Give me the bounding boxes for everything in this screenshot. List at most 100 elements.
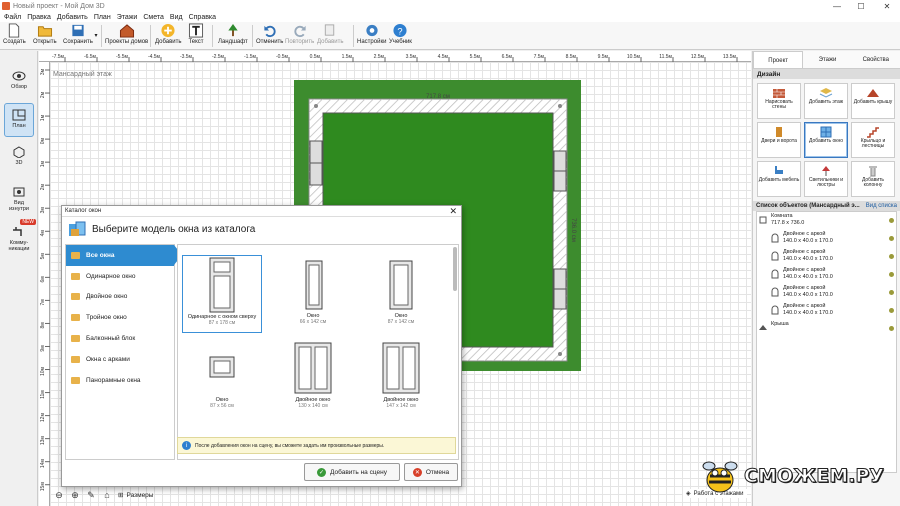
open-button[interactable]: Открыть [33, 23, 57, 49]
draw-walls-tile[interactable]: Нарисовать стены [757, 83, 801, 119]
pencil-icon[interactable]: ✎ [84, 488, 98, 502]
visibility-icon[interactable] [889, 272, 894, 277]
add-column-tile[interactable]: Добавить колонну [851, 161, 895, 197]
menu-view[interactable]: Вид [170, 14, 183, 21]
list-item-roof[interactable]: Крыша [757, 320, 896, 338]
save-button[interactable]: Сохранить [63, 23, 93, 49]
sizes-toggle[interactable]: ⊞ Размеры [118, 491, 153, 500]
zoom-out-icon[interactable]: ⊖ [52, 488, 66, 502]
visibility-icon[interactable] [889, 308, 894, 313]
folder-icon [71, 272, 80, 280]
home-icon[interactable]: ⌂ [100, 488, 114, 502]
list-view-link[interactable]: Вид списка [866, 203, 897, 209]
window-item[interactable]: Двойное окно 147 x 142 см [361, 339, 441, 417]
list-item-window[interactable]: Двойное с аркой 140.0 x 40.0 x 170.0 [757, 284, 896, 302]
visibility-icon[interactable] [889, 326, 894, 331]
window-marker[interactable] [553, 288, 567, 310]
category-triple[interactable]: Тройное окно [66, 307, 174, 328]
tab-floors[interactable]: Этажи [803, 51, 851, 68]
window-item[interactable]: Одинарное с окном сверху 87 x 178 см [182, 255, 262, 333]
category-list: Все окна Одинарное окно Двойное окно Тро… [65, 244, 182, 460]
layers-icon: ◈ [686, 491, 691, 497]
window-marker[interactable] [309, 140, 323, 164]
dialog-close-icon[interactable]: ✕ [449, 206, 457, 217]
add-furniture-tile[interactable]: Добавить мебель [757, 161, 801, 197]
window-item[interactable]: Окно 87 x 56 см [182, 339, 262, 417]
menu-floors[interactable]: Этажи [117, 14, 138, 21]
folder-icon [71, 335, 80, 343]
category-arched[interactable]: Окна с арками [66, 349, 174, 370]
window-marker[interactable] [553, 150, 567, 172]
stairs-tile[interactable]: Крыльцо и лестницы [851, 122, 895, 158]
roof-icon [867, 89, 879, 97]
visibility-icon[interactable] [889, 218, 894, 223]
add-to-scene-button[interactable]: ✓ Добавить на сцену [304, 463, 400, 481]
folder-icon [71, 376, 80, 384]
close-window-button[interactable]: ✕ [876, 0, 898, 12]
view-3d-button[interactable]: 3D [4, 141, 34, 175]
visibility-icon[interactable] [889, 254, 894, 259]
toolbar: Создать Открыть Сохранить ▾ Проекты домо… [0, 22, 900, 50]
cancel-button[interactable]: ✕ Отмена [404, 463, 458, 481]
add-window-tile[interactable]: Добавить окно [804, 122, 848, 158]
window-grid: Одинарное с окном сверху 87 x 178 см Окно… [177, 244, 459, 460]
window-item[interactable]: Двойное окно 130 x 140 см [273, 339, 353, 417]
zoom-in-icon[interactable]: ⊕ [68, 488, 82, 502]
inside-view-button[interactable]: Вид изнутри [4, 181, 34, 215]
window-item[interactable]: Окно 87 x 142 см [361, 255, 441, 333]
add-floor-tile[interactable]: Добавить этаж [804, 83, 848, 119]
window-marker[interactable] [553, 268, 567, 290]
arch-window-icon [771, 287, 779, 297]
doors-tile[interactable]: Двери и ворота [757, 122, 801, 158]
category-double[interactable]: Двойное окно [66, 287, 174, 308]
category-balcony[interactable]: Балконный блок [66, 328, 174, 349]
menu-help[interactable]: Справка [189, 14, 216, 21]
list-item-window[interactable]: Двойное с аркой 140.0 x 40.0 x 170.0 [757, 266, 896, 284]
tab-project[interactable]: Проект [753, 51, 804, 68]
category-panoramic[interactable]: Панорамные окна [66, 370, 174, 391]
list-item-window[interactable]: Двойное с аркой 140.0 x 40.0 x 170.0 [757, 230, 896, 248]
menu-file[interactable]: Файл [4, 14, 21, 21]
window-item[interactable]: Окно 66 x 142 см [273, 255, 353, 333]
roof-small-icon [759, 325, 767, 330]
window-marker[interactable] [553, 170, 567, 192]
list-item-window[interactable]: Двойное с аркой 140.0 x 40.0 x 170.0 [757, 302, 896, 320]
menu-estimate[interactable]: Смета [143, 14, 164, 21]
tab-properties[interactable]: Свойства [852, 51, 900, 68]
redo-button[interactable]: Повторить [285, 23, 314, 49]
communications-button[interactable]: Комму-никации NEW [4, 219, 36, 255]
landscape-button[interactable]: Ландшафт [218, 23, 248, 49]
dimensions-icon: ⊞ [118, 492, 124, 499]
catalog-scrollbar[interactable] [453, 247, 457, 291]
list-item-room[interactable]: Комната 717.8 x 736.0 [757, 212, 896, 230]
door-icon [776, 127, 782, 137]
menu-plan[interactable]: План [94, 14, 111, 21]
list-item-window[interactable]: Двойное с аркой 140.0 x 40.0 x 170.0 [757, 248, 896, 266]
category-single[interactable]: Одинарное окно [66, 266, 174, 287]
lamps-tile[interactable]: Светильники и люстры [804, 161, 848, 197]
tutorial-button[interactable]: ? Учебник [389, 23, 412, 49]
add-disabled-button[interactable]: Добавить [317, 23, 344, 49]
text-button[interactable]: Текст [188, 23, 204, 49]
house-projects-button[interactable]: Проекты домов [105, 23, 148, 49]
minimize-button[interactable]: — [826, 0, 848, 12]
arch-window-icon [771, 233, 779, 243]
menu-edit[interactable]: Правка [27, 14, 51, 21]
visibility-icon[interactable] [889, 290, 894, 295]
overview-button[interactable]: Обзор [4, 65, 34, 99]
save-dropdown-arrow[interactable]: ▾ [93, 23, 99, 49]
visibility-icon[interactable] [889, 236, 894, 241]
plan-button[interactable]: План [4, 103, 34, 137]
check-icon: ✓ [317, 467, 327, 477]
bee-mascot-icon [702, 461, 738, 493]
create-button[interactable]: Создать [3, 23, 26, 49]
undo-button[interactable]: Отменить [256, 23, 283, 49]
add-button[interactable]: Добавить [155, 23, 182, 49]
menu-add[interactable]: Добавить [57, 14, 88, 21]
settings-button[interactable]: Настройки [357, 23, 386, 49]
add-roof-tile[interactable]: Добавить крышу [851, 83, 895, 119]
maximize-button[interactable]: ☐ [850, 0, 872, 12]
window-marker[interactable] [309, 162, 323, 186]
category-all[interactable]: Все окна [66, 245, 182, 266]
menu-bar: Файл Правка Добавить План Этажи Смета Ви… [0, 12, 900, 22]
